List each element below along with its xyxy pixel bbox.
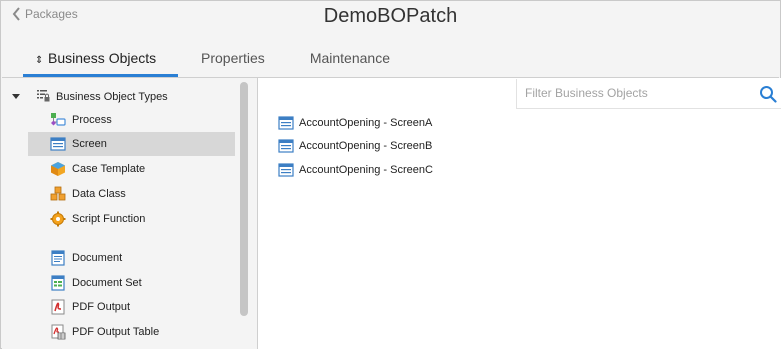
filter-input[interactable] [525,79,755,107]
tab-bar: ⇕ Business Objects Properties Maintenance [23,47,390,77]
list-item-label: AccountOpening - ScreenC [299,164,433,176]
screen-icon [278,138,294,154]
search-icon[interactable] [759,85,777,106]
script-function-icon [50,211,66,227]
business-object-types-panel: Business Object Types Process Screen Cas… [2,78,257,349]
tree-item-document-set[interactable]: Document Set [28,271,235,295]
tree-item-label: Document Set [72,277,142,289]
case-template-icon [50,161,66,177]
screen-icon [278,162,294,178]
app-window: Packages DemoBOPatch ⇕ Business Objects P… [0,0,781,349]
business-objects-list-panel: AccountOpening - ScreenA AccountOpening … [258,78,781,349]
tree-item-case-template[interactable]: Case Template [28,157,235,181]
tree-item-data-class[interactable]: Data Class [28,182,235,206]
expand-caret-icon[interactable] [12,94,20,99]
pdf-output-icon [50,299,66,315]
tree-item-label: Document [72,252,123,264]
tree-root-label: Business Object Types [56,90,168,103]
tree-item-label: PDF Output [72,301,131,313]
tree-item-label: Screen [72,138,107,150]
tab-properties[interactable]: Properties [201,47,265,77]
tab-label: Business Objects [48,50,157,66]
tree-item-process[interactable]: Process [28,108,235,132]
tree-item-screen[interactable]: Screen [28,132,235,156]
data-class-icon [50,186,66,202]
list-item[interactable]: AccountOpening - ScreenA [278,114,432,132]
list-item[interactable]: AccountOpening - ScreenB [278,137,432,155]
document-icon [50,250,66,266]
list-item-label: AccountOpening - ScreenB [299,140,433,152]
document-set-icon [50,275,66,291]
process-icon [50,112,66,128]
tree-item-script-function[interactable]: Script Function [28,207,235,231]
filter-box [516,79,781,109]
screen-icon [50,136,66,152]
tree-item-label: Data Class [72,188,126,200]
list-item-label: AccountOpening - ScreenA [299,117,433,129]
tree-item-label: Script Function [72,213,146,225]
tree-item-label: Process [72,114,112,126]
tree-root-business-object-types[interactable]: Business Object Types [12,88,168,105]
tree-item-document[interactable]: Document [28,246,235,270]
tree-item-label: Case Template [72,163,146,175]
tab-business-objects[interactable]: ⇕ Business Objects [23,47,178,77]
tab-maintenance[interactable]: Maintenance [310,47,390,77]
pdf-output-table-icon [50,324,66,340]
list-lock-icon [36,88,50,105]
tree-item-pdf-output-table[interactable]: PDF Output Table [28,320,235,344]
tree-item-label: PDF Output Table [72,326,160,338]
screen-icon [278,115,294,131]
sort-arrows-icon: ⇕ [35,55,44,66]
tab-label: Properties [201,50,265,66]
tree-item-pdf-output[interactable]: PDF Output [28,295,235,319]
tree-scrollbar[interactable] [237,78,251,349]
tab-label: Maintenance [309,50,390,66]
list-item[interactable]: AccountOpening - ScreenC [278,161,433,179]
page-title: DemoBOPatch [323,5,458,27]
scrollbar-thumb[interactable] [240,82,248,316]
